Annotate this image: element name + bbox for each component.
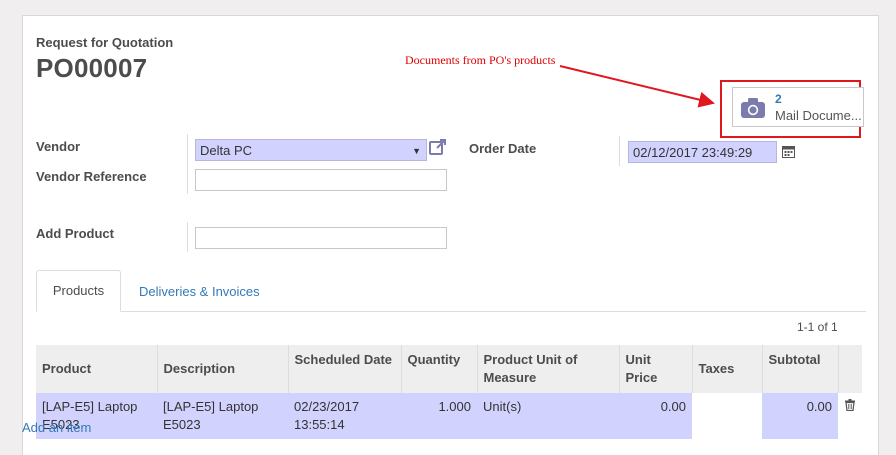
tab-products[interactable]: Products: [36, 270, 121, 312]
cell-unit-of-measure[interactable]: Unit(s): [477, 393, 619, 439]
field-divider: [619, 136, 620, 166]
cell-description[interactable]: [LAP-E5] Laptop E5023: [157, 393, 288, 439]
order-lines-table: Product Description Scheduled Date Quant…: [36, 345, 862, 439]
col-actions: [838, 345, 862, 393]
annotation-text: Documents from PO's products: [405, 53, 556, 67]
field-divider: [187, 134, 188, 194]
col-unit-of-measure[interactable]: Product Unit of Measure: [477, 345, 620, 393]
order-date-label: Order Date: [469, 141, 537, 156]
pager[interactable]: 1-1 of 1: [797, 320, 838, 334]
camera-icon: [741, 98, 765, 118]
col-product[interactable]: Product: [36, 345, 158, 393]
col-taxes[interactable]: Taxes: [692, 345, 763, 393]
table-header-row: Product Description Scheduled Date Quant…: [36, 345, 862, 393]
calendar-icon[interactable]: [782, 145, 795, 158]
mail-documents-count: 2: [775, 92, 782, 106]
vendor-reference-input[interactable]: [195, 169, 447, 191]
order-date-input[interactable]: 02/12/2017 23:49:29: [628, 141, 777, 163]
vendor-reference-label: Vendor Reference: [36, 169, 147, 184]
vendor-label: Vendor: [36, 139, 81, 154]
mail-documents-button[interactable]: 2 Mail Docume...: [732, 87, 864, 127]
col-subtotal[interactable]: Subtotal: [762, 345, 839, 393]
cell-taxes[interactable]: [692, 393, 762, 439]
form-subtitle: Request for Quotation: [36, 35, 174, 50]
tabs-divider: [36, 311, 866, 312]
col-description[interactable]: Description: [157, 345, 289, 393]
cell-delete[interactable]: [838, 393, 862, 439]
dropdown-caret-icon: ▼: [412, 146, 421, 156]
add-product-label: Add Product: [36, 226, 114, 241]
trash-icon[interactable]: [844, 399, 856, 412]
cell-subtotal[interactable]: 0.00: [762, 393, 838, 439]
col-quantity[interactable]: Quantity: [401, 345, 478, 393]
col-unit-price[interactable]: Unit Price: [619, 345, 693, 393]
mail-documents-label: Mail Docume...: [775, 108, 862, 123]
add-product-input[interactable]: [195, 227, 447, 249]
add-line-link[interactable]: Add an item: [22, 420, 91, 435]
order-date-value: 02/12/2017 23:49:29: [633, 145, 753, 160]
form-sheet: Request for Quotation PO00007 Documents …: [22, 15, 879, 455]
field-divider: [187, 222, 188, 252]
vendor-select[interactable]: Delta PC ▼: [195, 139, 427, 161]
tab-deliveries-invoices[interactable]: Deliveries & Invoices: [139, 284, 260, 299]
cell-scheduled-date[interactable]: 02/23/2017 13:55:14: [288, 393, 401, 439]
cell-unit-price[interactable]: 0.00: [619, 393, 692, 439]
vendor-value: Delta PC: [200, 143, 253, 158]
cell-quantity[interactable]: 1.000: [401, 393, 477, 439]
page-title: PO00007: [36, 53, 148, 83]
external-link-icon[interactable]: [428, 137, 448, 157]
table-row[interactable]: [LAP-E5] Laptop E5023 [LAP-E5] Laptop E5…: [36, 393, 862, 439]
col-scheduled-date[interactable]: Scheduled Date: [288, 345, 402, 393]
